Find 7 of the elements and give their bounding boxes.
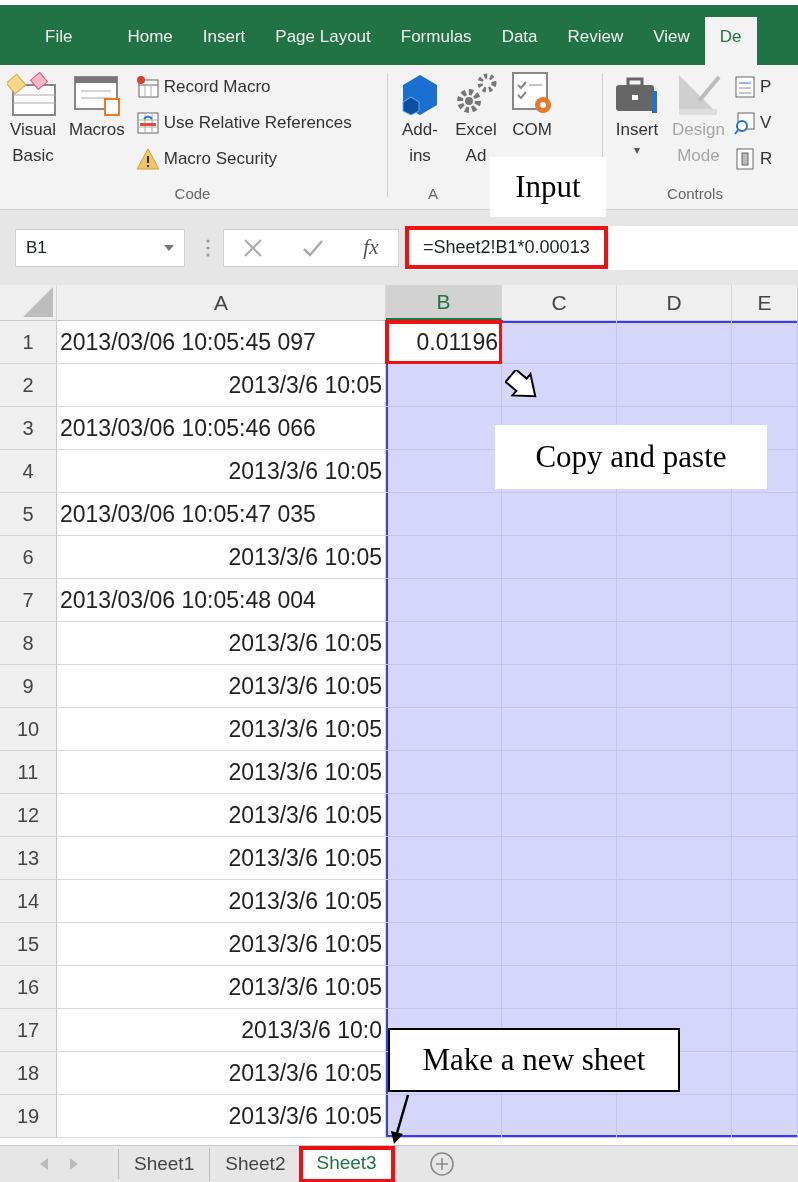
group-label: Code bbox=[174, 185, 211, 202]
callout-tooltip: Make a new sheet bbox=[388, 1028, 680, 1092]
group-label: A bbox=[428, 185, 438, 202]
group-label: Controls bbox=[667, 185, 723, 202]
callout-tooltip: Copy and paste bbox=[495, 425, 767, 489]
callout-tooltip: Input bbox=[490, 157, 606, 217]
formula-text: =Sheet2!B1*0.00013 bbox=[405, 226, 608, 269]
